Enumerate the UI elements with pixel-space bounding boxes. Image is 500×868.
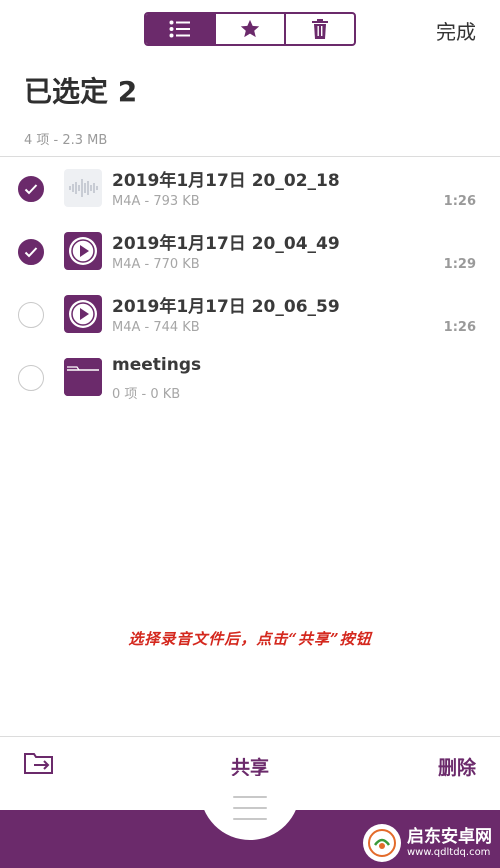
menu-handle-icon[interactable] (233, 796, 267, 820)
folder-name: meetings (112, 355, 202, 375)
waveform-icon (64, 169, 102, 207)
folder-meta: 0 项 - 0 KB (112, 387, 181, 402)
done-button[interactable]: 完成 (436, 16, 476, 45)
play-icon (64, 232, 102, 270)
selection-checkbox[interactable] (18, 239, 44, 265)
list-item[interactable]: 2019年1月17日 20_02_18 M4A - 793 KB 1:26 (0, 157, 500, 220)
watermark: 启东安卓网 www.qdltdq.com (363, 824, 492, 862)
selection-checkbox[interactable] (18, 176, 44, 202)
trash-tab[interactable] (284, 14, 354, 44)
list-item[interactable]: 2019年1月17日 20_04_49 M4A - 770 KB 1:29 (0, 220, 500, 283)
file-duration: 1:26 (443, 194, 476, 209)
file-meta: M4A - 793 KB (112, 194, 200, 209)
selection-checkbox[interactable] (18, 302, 44, 328)
trash-icon (312, 19, 328, 39)
play-icon (64, 295, 102, 333)
file-name: 2019年1月17日 20_04_49 (112, 234, 340, 254)
file-meta: M4A - 770 KB (112, 257, 200, 272)
file-duration: 1:26 (443, 320, 476, 335)
list-view-tab[interactable] (146, 14, 214, 44)
view-segmented-control (144, 12, 356, 46)
checkmark-icon (24, 184, 38, 195)
folder-icon (64, 358, 102, 396)
checkmark-icon (24, 247, 38, 258)
instruction-caption: 选择录音文件后，点击“共享”按钮 (128, 630, 372, 648)
file-name: 2019年1月17日 20_06_59 (112, 297, 340, 317)
file-name: 2019年1月17日 20_02_18 (112, 171, 340, 191)
file-meta: M4A - 744 KB (112, 320, 200, 335)
list-item[interactable]: meetings 0 项 - 0 KB (0, 346, 500, 409)
list-item[interactable]: 2019年1月17日 20_06_59 M4A - 744 KB 1:26 (0, 283, 500, 346)
favorites-tab[interactable] (214, 14, 284, 44)
watermark-logo-icon (363, 824, 401, 862)
delete-button[interactable]: 删除 (438, 753, 476, 780)
file-duration: 1:29 (443, 257, 476, 272)
watermark-url: www.qdltdq.com (407, 846, 491, 858)
selection-title: 已选定 2 (24, 75, 138, 108)
watermark-name: 启东安卓网 (407, 827, 492, 848)
file-list: 2019年1月17日 20_02_18 M4A - 793 KB 1:26 20… (0, 157, 500, 409)
list-icon (169, 20, 190, 38)
star-icon (240, 19, 260, 38)
selection-checkbox[interactable] (18, 365, 44, 391)
selection-summary: 4 项 - 2.3 MB (24, 133, 108, 148)
